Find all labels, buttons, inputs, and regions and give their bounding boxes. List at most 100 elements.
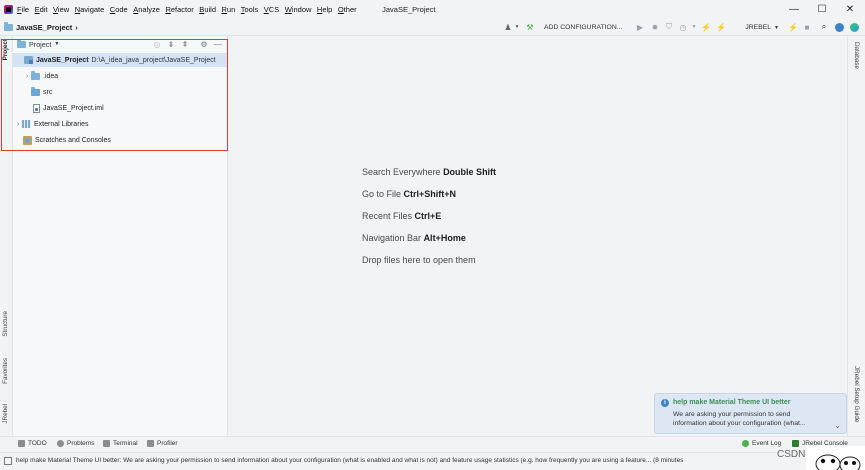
tree-label: JavaSE_Project [36,56,89,64]
project-view-selector[interactable]: Project ▼ [17,38,60,49]
tree-item-project-root[interactable]: JavaSE_Project D:\A_idea_java_project\Ja… [13,53,227,67]
chevron-down-icon: ▼ [54,41,60,47]
stop-icon[interactable]: ■ [802,22,812,32]
info-icon: i [661,399,669,407]
search-icon[interactable]: ⌕ [819,22,829,32]
scratches-icon [23,135,32,145]
hint-search-everywhere: Search Everywhere Double Shift [362,167,496,177]
locate-icon[interactable]: ◎ [152,39,162,49]
tab-profiler[interactable]: Profiler [147,440,178,447]
menu-view[interactable]: View [53,5,69,14]
menu-refactor[interactable]: Refactor [165,5,193,14]
tab-label: Terminal [113,440,138,447]
maximize-icon[interactable]: ☐ [808,0,836,18]
chevron-down-icon: ▼ [774,24,779,31]
profile-icon[interactable]: ◷ [678,22,688,32]
tree-item-external-libraries[interactable]: › External Libraries [14,117,88,131]
tree-item-idea[interactable]: › .idea [23,69,58,83]
menu-code[interactable]: Code [110,5,128,14]
tab-todo[interactable]: TODO [18,440,47,447]
menu-other[interactable]: Other [338,5,357,14]
menu-run[interactable]: Run [222,5,236,14]
notification-title[interactable]: help make Material Theme UI better [673,399,790,406]
module-icon [24,56,33,64]
collapse-all-icon[interactable]: ⇞ [180,39,190,49]
hammer-icon[interactable]: ⚒ [525,22,535,32]
chevron-down-icon[interactable]: ⌄ [834,421,841,430]
hint-shortcut: Ctrl+Shift+N [403,189,457,199]
plugin-update-icon[interactable] [834,22,844,32]
todo-icon [18,440,25,447]
event-log-icon [742,440,749,447]
menu-help[interactable]: Help [317,5,332,14]
jrebel-dropdown[interactable]: JREBEL ▼ [730,21,782,34]
chevron-right-icon: › [75,22,78,32]
menu-vcs[interactable]: VCS [264,5,279,14]
profiler-icon [147,440,154,447]
mascot-icon [806,446,865,470]
terminal-icon [103,440,110,447]
add-configuration-button[interactable]: ADD CONFIGURATION... [540,21,628,34]
status-message[interactable]: help make Material Theme UI better: We a… [16,457,786,464]
left-toolwindow-strip: Project Structure Favorites JRebel [0,36,13,436]
menu-file[interactable]: File [17,5,29,14]
jrebel-run-icon[interactable]: ⚡ [701,22,711,32]
hint-text: Navigation Bar [362,233,422,243]
jrebel-debug-icon[interactable]: ⚡ [716,22,726,32]
tab-terminal[interactable]: Terminal [103,440,138,447]
folder-icon [4,21,13,31]
tree-label: External Libraries [34,120,89,128]
tree-item-scratches[interactable]: Scratches and Consoles [23,133,111,147]
panel-title: Project [29,39,52,49]
hide-icon[interactable]: — [213,39,223,49]
tab-event-log[interactable]: Event Log [742,440,781,447]
right-toolwindow-strip: Database JRebel Setup Guide [847,36,865,436]
run-icon[interactable]: ▶ [635,22,645,32]
chevron-right-icon[interactable]: › [23,73,31,80]
tree-item-src[interactable]: src [31,85,52,99]
coverage-icon[interactable]: ⛉ [664,22,674,32]
expand-all-icon[interactable]: ⇟ [166,39,176,49]
menu-analyze[interactable]: Analyze [133,5,160,14]
tab-favorites[interactable]: Favorites [2,358,9,384]
menu-edit[interactable]: Edit [35,5,48,14]
breadcrumb[interactable]: JavaSE_Project › [4,21,78,32]
chevron-down-icon[interactable]: ▼ [512,22,522,32]
tab-problems[interactable]: Problems [57,440,94,447]
notification-body: We are asking your permission to send in… [673,411,806,427]
tab-jrebel[interactable]: JRebel [2,404,9,424]
chevron-right-icon[interactable]: › [14,121,22,128]
hint-text: Drop files here to open them [362,255,476,265]
hint-drop-files: Drop files here to open them [362,255,476,265]
jrebel-label: JREBEL [745,24,772,31]
menu-navigate[interactable]: Navigate [75,5,105,14]
library-icon [22,120,31,128]
update-icon[interactable]: ⚡ [788,22,798,32]
chevron-down-icon[interactable]: ▼ [689,22,699,32]
project-panel-header: Project ▼ ◎ ⇟ ⇞ ⚙ — [13,36,228,52]
tab-label: Problems [67,440,95,447]
minimize-icon[interactable]: — [780,0,808,18]
menu-window[interactable]: Window [285,5,312,14]
project-panel: Project ▼ ◎ ⇟ ⇞ ⚙ — JavaSE_Project D:\A_… [13,36,228,436]
gear-icon[interactable]: ⚙ [199,39,209,49]
window-title: JavaSE_Project [382,5,436,14]
hint-text: Search Everywhere [362,167,441,177]
tree-item-iml[interactable]: JavaSE_Project.iml [33,101,104,115]
tab-database[interactable]: Database [853,42,860,69]
status-bar: help make Material Theme UI better: We a… [0,452,865,470]
hint-recent-files: Recent Files Ctrl+E [362,211,441,221]
jetbrains-toolbox-icon[interactable] [849,22,859,32]
notification-balloon[interactable]: i help make Material Theme UI better We … [654,393,847,434]
breadcrumb-project[interactable]: JavaSE_Project [16,23,72,32]
tab-structure[interactable]: Structure [2,311,9,337]
intellij-logo-icon [4,5,13,14]
tab-jrebel-setup-guide[interactable]: JRebel Setup Guide [853,366,860,422]
menu-tools[interactable]: Tools [241,5,259,14]
close-icon[interactable]: ✕ [836,0,864,18]
toggle-toolwindows-icon[interactable] [4,457,12,465]
menu-build[interactable]: Build [199,5,216,14]
tab-project[interactable]: Project [2,39,9,60]
debug-icon[interactable]: ✹ [650,22,660,32]
tree-label: src [43,88,53,96]
